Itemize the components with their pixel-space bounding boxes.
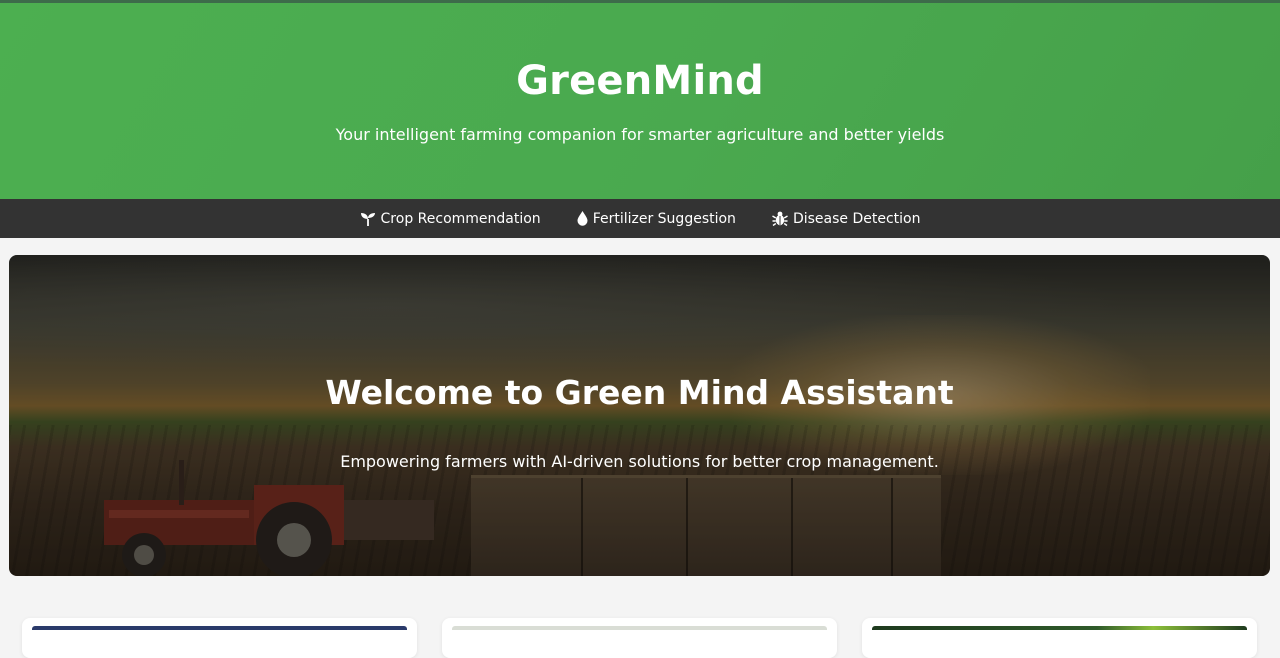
hero-banner: Welcome to Green Mind Assistant Empoweri… (9, 255, 1270, 576)
feature-card-crop[interactable] (22, 618, 417, 658)
nav-item-label: Fertilizer Suggestion (592, 210, 736, 227)
hero-title: Welcome to Green Mind Assistant (325, 373, 954, 412)
feature-card-disease[interactable] (862, 618, 1257, 658)
nav-item-crop-recommendation[interactable]: Crop Recommendation (360, 211, 541, 227)
nav-item-label: Disease Detection (792, 210, 921, 227)
nav-item-label: Crop Recommendation (380, 210, 541, 227)
feature-card-image (32, 626, 407, 630)
hero-overlay (9, 255, 1270, 576)
seedling-icon (360, 212, 375, 226)
nav-item-disease-detection[interactable]: Disease Detection (772, 210, 921, 227)
hero-subtitle: Empowering farmers with AI-driven soluti… (340, 452, 939, 471)
site-header: GreenMind Your intelligent farming compa… (0, 3, 1280, 199)
feature-card-image (872, 626, 1247, 630)
site-tagline: Your intelligent farming companion for s… (335, 125, 945, 144)
droplet-icon (577, 211, 588, 226)
site-title: GreenMind (516, 58, 764, 104)
feature-card-image (452, 626, 827, 630)
bug-icon (772, 211, 788, 226)
feature-card-fertilizer[interactable] (442, 618, 837, 658)
main-nav: Crop Recommendation Fertilizer Suggestio… (0, 199, 1280, 238)
nav-item-fertilizer-suggestion[interactable]: Fertilizer Suggestion (577, 211, 736, 227)
